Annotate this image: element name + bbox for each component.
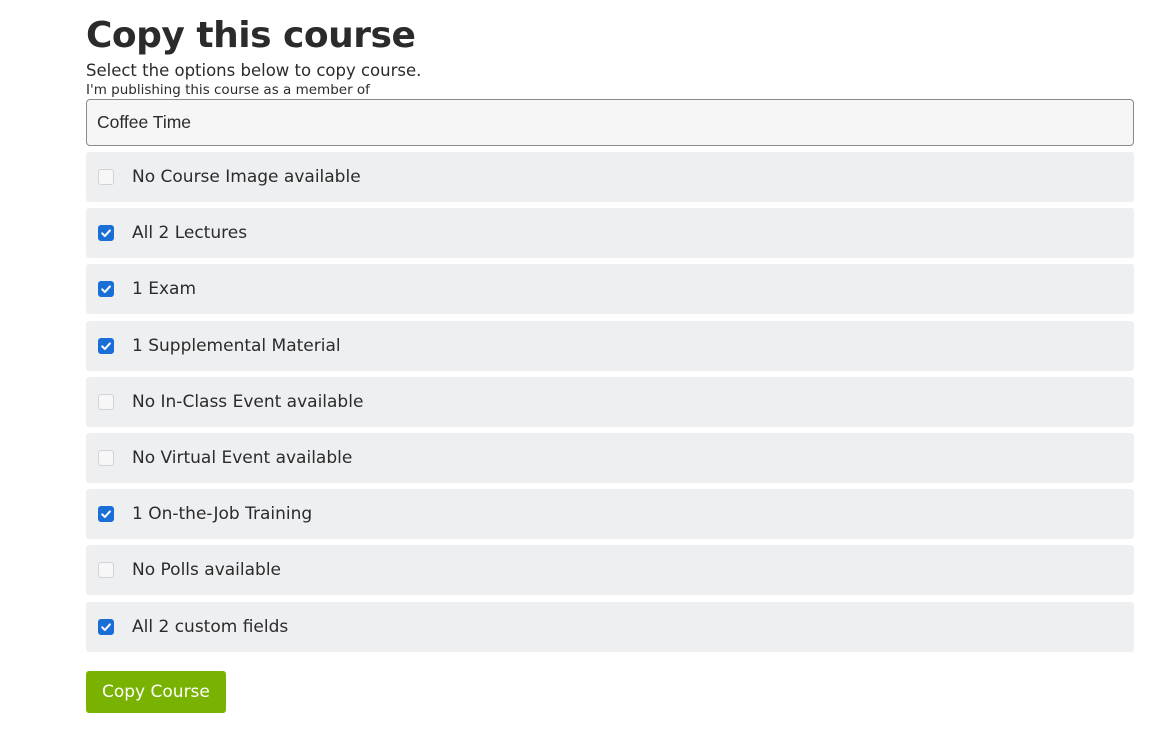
option-supplemental-material[interactable]: 1 Supplemental Material xyxy=(86,320,1134,371)
option-label: All 2 Lectures xyxy=(132,223,248,244)
option-custom-fields[interactable]: All 2 custom fields xyxy=(86,601,1134,652)
option-checkbox[interactable] xyxy=(98,449,114,466)
option-virtual-event[interactable]: No Virtual Event available xyxy=(86,432,1134,483)
option-checkbox[interactable] xyxy=(98,618,114,635)
option-label: 1 On-the-Job Training xyxy=(132,504,313,525)
option-label: 1 Exam xyxy=(132,279,196,300)
copy-course-form: Copy this course Select the options belo… xyxy=(86,0,1134,713)
option-checkbox[interactable] xyxy=(98,506,114,523)
organization-select[interactable]: Coffee Time xyxy=(86,99,1134,146)
option-label: All 2 custom fields xyxy=(132,616,289,637)
option-checkbox[interactable] xyxy=(98,393,114,410)
page-subtitle: Select the options below to copy course. xyxy=(86,61,422,80)
copy-options-list: No Course Image available All 2 Lectures… xyxy=(86,152,1134,652)
option-exam[interactable]: 1 Exam xyxy=(86,264,1134,315)
option-lectures[interactable]: All 2 Lectures xyxy=(86,208,1134,259)
option-label: No Course Image available xyxy=(132,167,361,187)
copy-course-button[interactable]: Copy Course xyxy=(86,670,226,713)
page-title: Copy this course xyxy=(86,15,416,56)
option-checkbox[interactable] xyxy=(98,225,114,242)
option-in-class-event[interactable]: No In-Class Event available xyxy=(86,376,1134,427)
check-icon xyxy=(101,622,111,631)
option-label: 1 Supplemental Material xyxy=(132,335,341,356)
check-icon xyxy=(101,510,111,519)
check-icon xyxy=(101,229,111,238)
option-checkbox[interactable] xyxy=(98,281,114,298)
option-checkbox[interactable] xyxy=(98,562,114,579)
option-checkbox[interactable] xyxy=(98,337,114,354)
organization-value: Coffee Time xyxy=(97,112,192,132)
option-label: No Polls available xyxy=(132,560,282,581)
option-polls[interactable]: No Polls available xyxy=(86,545,1134,596)
option-checkbox[interactable] xyxy=(98,169,114,185)
check-icon xyxy=(101,285,111,294)
option-on-the-job-training[interactable]: 1 On-the-Job Training xyxy=(86,489,1134,540)
check-icon xyxy=(101,341,111,350)
member-of-label: I'm publishing this course as a member o… xyxy=(86,82,370,98)
option-course-image[interactable]: No Course Image available xyxy=(86,152,1134,202)
option-label: No In-Class Event available xyxy=(132,391,364,412)
option-label: No Virtual Event available xyxy=(132,447,353,468)
